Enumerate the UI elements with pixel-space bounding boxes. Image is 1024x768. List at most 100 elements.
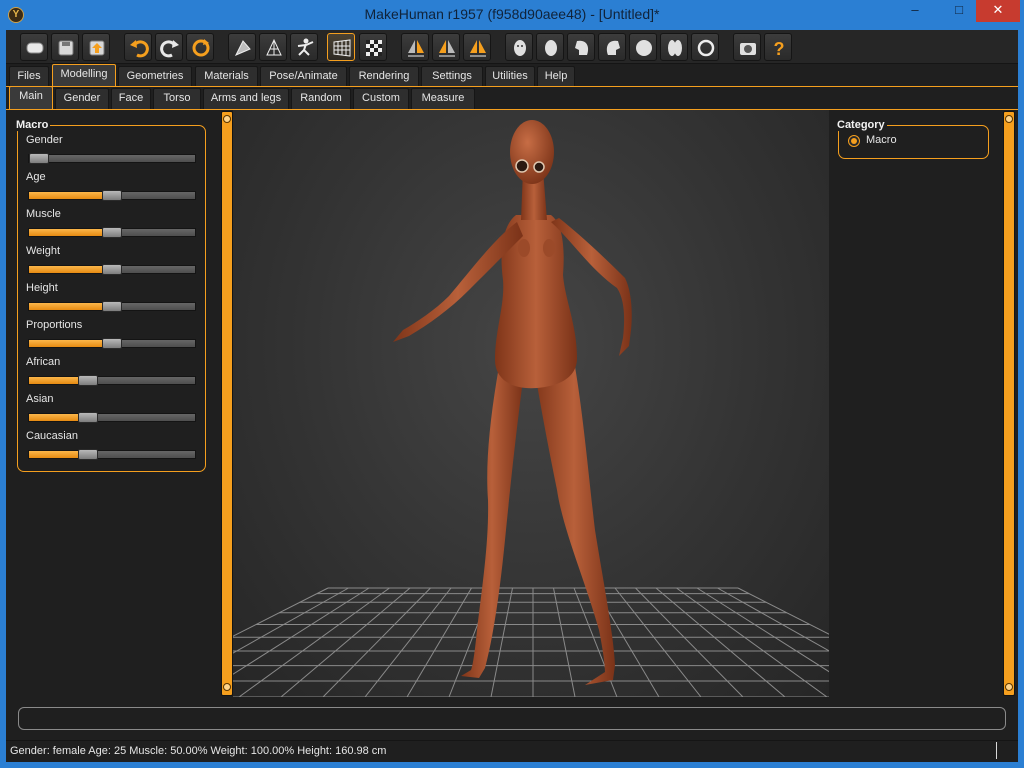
status-text: Gender: female Age: 25 Muscle: 50.00% We… [10, 745, 387, 757]
screenshot-icon[interactable] [733, 33, 761, 61]
main-toolbar: ? [6, 30, 1018, 64]
floor-grid [233, 587, 829, 697]
undo-icon[interactable] [124, 33, 152, 61]
asian-slider[interactable] [28, 412, 196, 423]
proportions-slider-fill [29, 340, 112, 347]
title-bar: Y MakeHuman r1957 (f958d90aee48) - [Unti… [0, 0, 1024, 30]
tab-pose-animate[interactable]: Pose/Animate [260, 66, 347, 87]
tab-gender[interactable]: Gender [55, 88, 109, 109]
tab-settings[interactable]: Settings [421, 66, 483, 87]
african-slider-label: African [26, 356, 61, 368]
help-icon[interactable]: ? [764, 33, 792, 61]
symmetry-icon[interactable] [463, 33, 491, 61]
symmetry-left-icon[interactable] [432, 33, 460, 61]
new-file-icon[interactable] [20, 33, 48, 61]
left-scrollbar[interactable] [221, 111, 233, 696]
tab-geometries[interactable]: Geometries [118, 66, 192, 87]
3d-viewport[interactable] [233, 110, 829, 697]
tab-materials[interactable]: Materials [195, 66, 258, 87]
height-slider-label: Height [26, 282, 58, 294]
muscle-slider-fill [29, 229, 112, 236]
window-frame-left [0, 30, 6, 768]
weight-slider-fill [29, 266, 112, 273]
save-icon[interactable] [51, 33, 79, 61]
reset-camera-icon[interactable] [691, 33, 719, 61]
age-slider-handle[interactable] [102, 190, 122, 201]
tab-measure[interactable]: Measure [411, 88, 475, 109]
muscle-slider-handle[interactable] [102, 227, 122, 238]
scroll-down-handle-right[interactable] [1005, 683, 1013, 691]
height-slider-fill [29, 303, 112, 310]
height-slider-handle[interactable] [102, 301, 122, 312]
proportions-slider[interactable] [28, 338, 196, 349]
scroll-up-handle-right[interactable] [1005, 115, 1013, 123]
tab-rendering[interactable]: Rendering [349, 66, 419, 87]
weight-slider[interactable] [28, 264, 196, 275]
age-slider[interactable] [28, 190, 196, 201]
tab-random[interactable]: Random [291, 88, 351, 109]
tab-utilities[interactable]: Utilities [485, 66, 535, 87]
macro-radio[interactable] [848, 135, 860, 147]
african-slider-handle[interactable] [78, 375, 98, 386]
gender-slider-handle[interactable] [29, 153, 49, 164]
caucasian-slider-handle[interactable] [78, 449, 98, 460]
status-separator [996, 742, 997, 759]
right-view-icon[interactable] [598, 33, 626, 61]
front-view-icon[interactable] [505, 33, 533, 61]
age-slider-fill [29, 192, 112, 199]
right-scrollbar[interactable] [1003, 111, 1015, 696]
tab-modelling[interactable]: Modelling [52, 64, 116, 87]
category-title: Category [835, 119, 887, 131]
tab-arms-and-legs[interactable]: Arms and legs [203, 88, 289, 109]
muscle-slider[interactable] [28, 227, 196, 238]
grid-icon[interactable] [327, 33, 355, 61]
african-slider[interactable] [28, 375, 196, 386]
proportions-slider-handle[interactable] [102, 338, 122, 349]
pose-icon[interactable] [290, 33, 318, 61]
smooth-icon[interactable] [228, 33, 256, 61]
window-frame-bottom [0, 762, 1024, 768]
human-model [393, 120, 632, 685]
close-button[interactable]: ✕ [976, 0, 1020, 22]
redo-icon[interactable] [155, 33, 183, 61]
gender-slider[interactable] [28, 153, 196, 164]
export-icon[interactable] [82, 33, 110, 61]
top-view-icon[interactable] [629, 33, 657, 61]
caucasian-slider-label: Caucasian [26, 430, 78, 442]
left-view-icon[interactable] [567, 33, 595, 61]
weight-slider-label: Weight [26, 245, 61, 257]
tab-custom[interactable]: Custom [353, 88, 409, 109]
tab-help[interactable]: Help [537, 66, 575, 87]
macro-title: Macro [14, 119, 51, 131]
bottom-view-icon[interactable] [660, 33, 688, 61]
weight-slider-handle[interactable] [102, 264, 122, 275]
macro-radio-label[interactable]: Macro [866, 134, 897, 146]
age-slider-label: Age [26, 171, 46, 183]
tab-main[interactable]: Main [9, 86, 53, 109]
window-title: MakeHuman r1957 (f958d90aee48) - [Untitl… [364, 6, 660, 22]
scroll-up-handle[interactable] [223, 115, 231, 123]
minimize-button[interactable]: – [902, 0, 928, 22]
gender-slider-label: Gender [26, 134, 63, 146]
asian-slider-handle[interactable] [78, 412, 98, 423]
wireframe-icon[interactable] [259, 33, 287, 61]
svg-text:?: ? [774, 39, 785, 59]
sub-tab-bar: Main Gender Face Torso Arms and legs Ran… [6, 86, 1018, 109]
checkerboard-icon[interactable] [359, 33, 387, 61]
caucasian-slider[interactable] [28, 449, 196, 460]
reset-icon[interactable] [186, 33, 214, 61]
scroll-down-handle[interactable] [223, 683, 231, 691]
back-view-icon[interactable] [536, 33, 564, 61]
tab-torso[interactable]: Torso [153, 88, 201, 109]
tab-face[interactable]: Face [111, 88, 151, 109]
symmetry-right-icon[interactable] [401, 33, 429, 61]
height-slider[interactable] [28, 301, 196, 312]
proportions-slider-label: Proportions [26, 319, 83, 331]
maximize-button[interactable]: □ [946, 0, 972, 22]
muscle-slider-label: Muscle [26, 208, 61, 220]
asian-slider-label: Asian [26, 393, 54, 405]
tab-files[interactable]: Files [9, 66, 49, 87]
status-bar: Gender: female Age: 25 Muscle: 50.00% We… [6, 740, 1018, 762]
command-input[interactable] [18, 707, 1006, 730]
window-frame-right [1018, 30, 1024, 768]
